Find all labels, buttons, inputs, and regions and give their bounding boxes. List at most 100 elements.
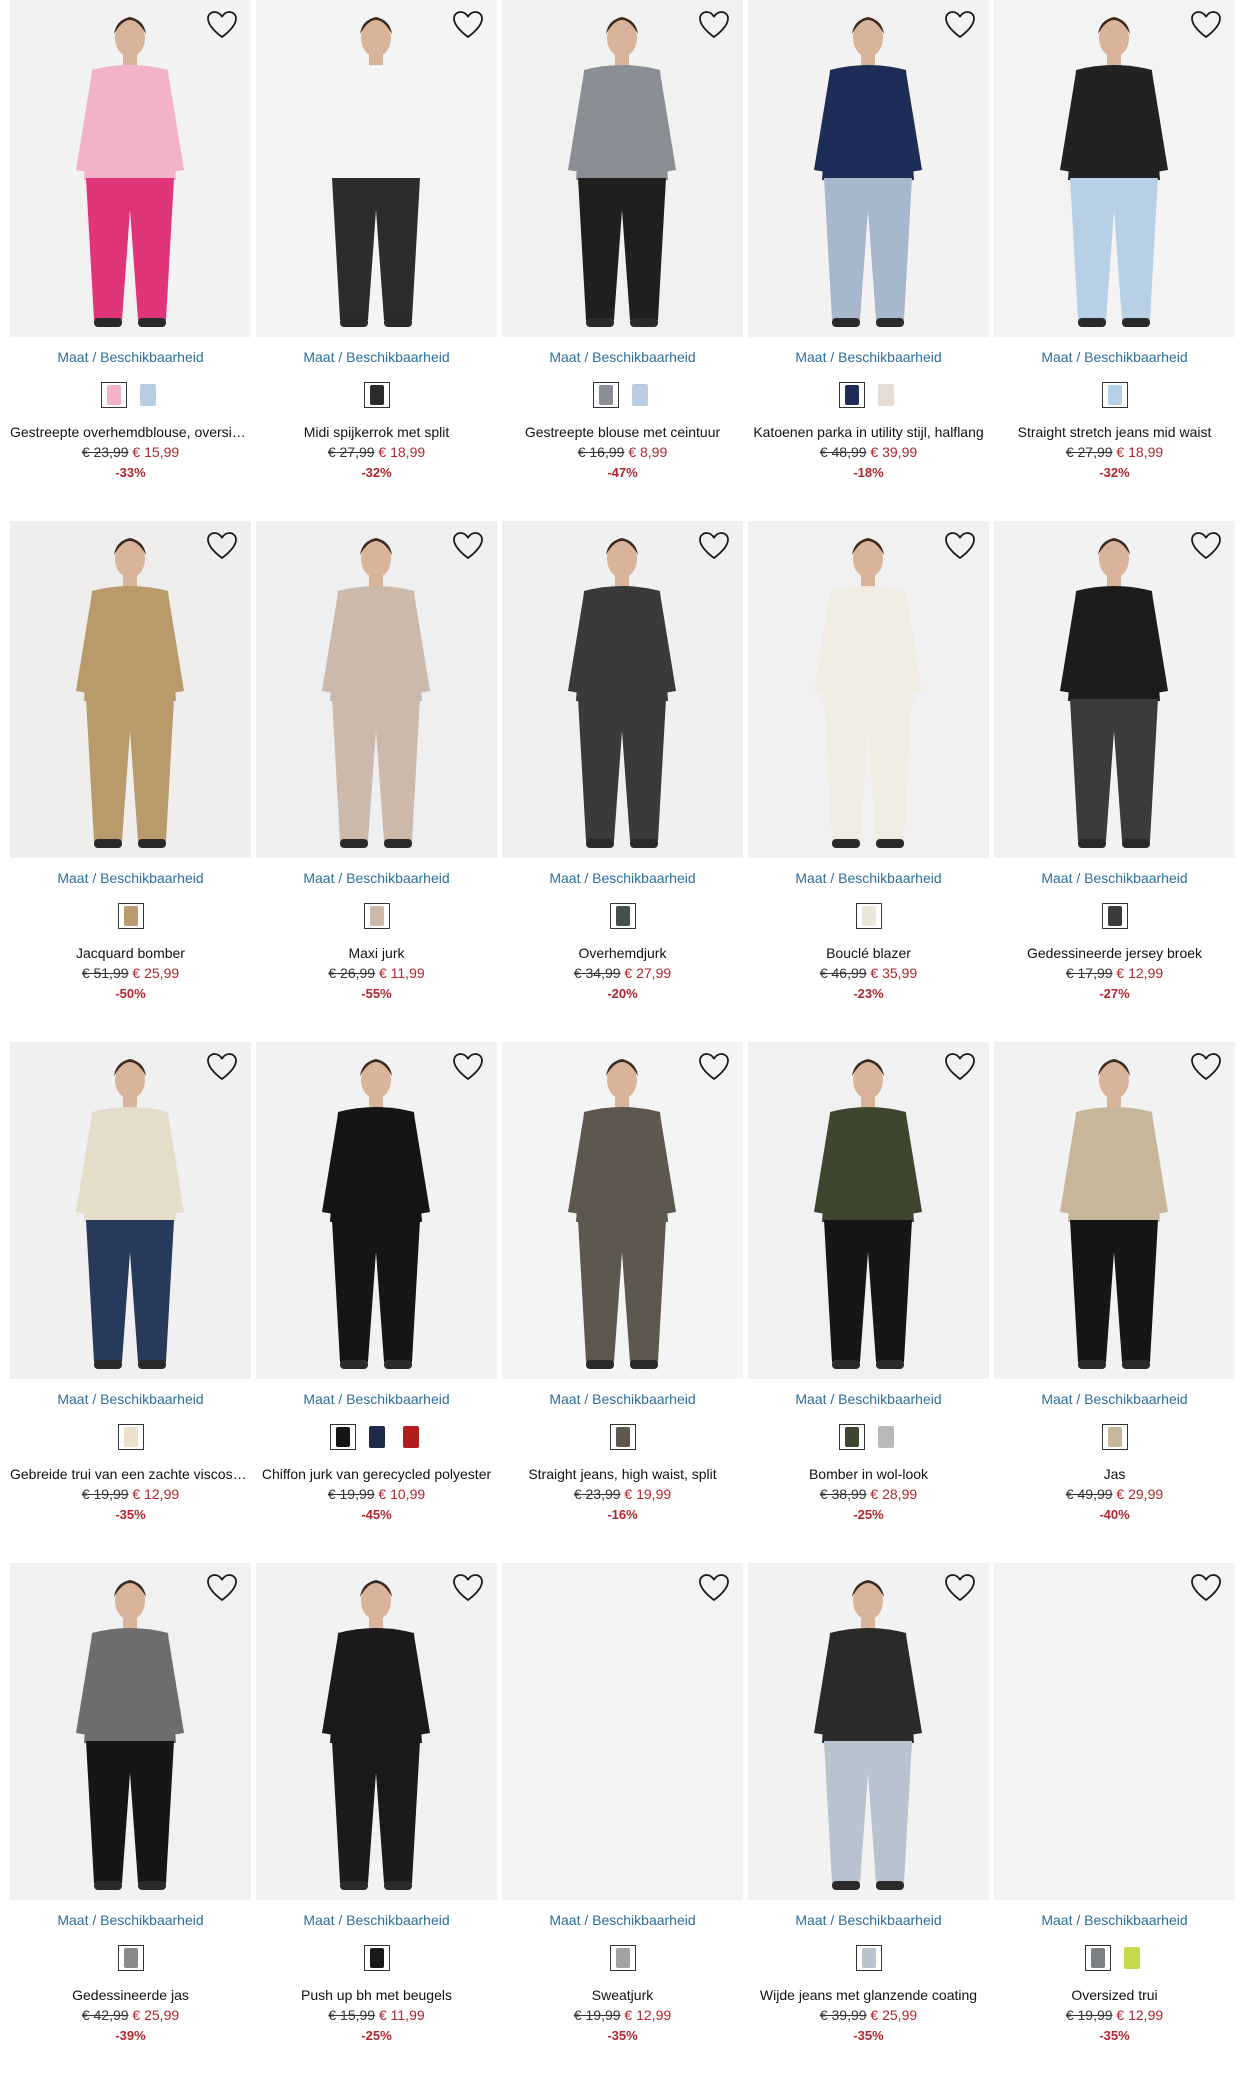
- product-name[interactable]: Oversized trui: [994, 1987, 1235, 2003]
- color-swatch[interactable]: [363, 903, 390, 929]
- wishlist-heart-icon[interactable]: [1189, 529, 1223, 563]
- product-image[interactable]: [502, 0, 743, 337]
- size-availability-link[interactable]: Maat / Beschikbaarheid: [502, 1912, 743, 1928]
- product-name[interactable]: Overhemdjurk: [502, 945, 743, 961]
- color-swatch[interactable]: [1119, 1945, 1145, 1971]
- product-image[interactable]: [748, 1042, 989, 1379]
- wishlist-heart-icon[interactable]: [943, 529, 977, 563]
- product-name[interactable]: Gestreepte blouse met ceintuur: [502, 424, 743, 440]
- product-card[interactable]: Maat / Beschikbaarheid Gebreide trui van …: [10, 1042, 251, 1563]
- size-availability-link[interactable]: Maat / Beschikbaarheid: [502, 1391, 743, 1407]
- size-availability-link[interactable]: Maat / Beschikbaarheid: [502, 349, 743, 365]
- product-name[interactable]: Midi spijkerrok met split: [256, 424, 497, 440]
- product-name[interactable]: Gestreepte overhemdblouse, oversized: [10, 424, 251, 440]
- size-availability-link[interactable]: Maat / Beschikbaarheid: [994, 349, 1235, 365]
- product-name[interactable]: Gebreide trui van een zachte viscose mix: [10, 1466, 251, 1482]
- product-image[interactable]: [748, 521, 989, 858]
- wishlist-heart-icon[interactable]: [205, 1571, 239, 1605]
- product-card[interactable]: Maat / Beschikbaarheid Sweatjurk € 19,99 €…: [502, 1563, 743, 2084]
- product-image[interactable]: [10, 1042, 251, 1379]
- product-card[interactable]: Maat / Beschikbaarheid Gedessineerde jers…: [994, 521, 1235, 1042]
- product-card[interactable]: Maat / Beschikbaarheid Bomber in wol-look…: [748, 1042, 989, 1563]
- wishlist-heart-icon[interactable]: [205, 1050, 239, 1084]
- wishlist-heart-icon[interactable]: [205, 8, 239, 42]
- size-availability-link[interactable]: Maat / Beschikbaarheid: [748, 349, 989, 365]
- product-image[interactable]: [502, 1563, 743, 1900]
- wishlist-heart-icon[interactable]: [697, 1571, 731, 1605]
- product-image[interactable]: [256, 1563, 497, 1900]
- size-availability-link[interactable]: Maat / Beschikbaarheid: [256, 870, 497, 886]
- size-availability-link[interactable]: Maat / Beschikbaarheid: [748, 1912, 989, 1928]
- wishlist-heart-icon[interactable]: [205, 529, 239, 563]
- product-name[interactable]: Jas: [994, 1466, 1235, 1482]
- color-swatch[interactable]: [363, 382, 390, 408]
- product-card[interactable]: Maat / Beschikbaarheid Overhemdjurk € 34,9…: [502, 521, 743, 1042]
- wishlist-heart-icon[interactable]: [943, 8, 977, 42]
- color-swatch[interactable]: [1101, 382, 1128, 408]
- color-swatch[interactable]: [838, 382, 865, 408]
- wishlist-heart-icon[interactable]: [451, 529, 485, 563]
- product-name[interactable]: Bouclé blazer: [748, 945, 989, 961]
- product-name[interactable]: Chiffon jurk van gerecycled polyester: [256, 1466, 497, 1482]
- product-image[interactable]: [994, 1563, 1235, 1900]
- size-availability-link[interactable]: Maat / Beschikbaarheid: [748, 870, 989, 886]
- product-name[interactable]: Bomber in wol-look: [748, 1466, 989, 1482]
- wishlist-heart-icon[interactable]: [451, 1571, 485, 1605]
- product-image[interactable]: [10, 1563, 251, 1900]
- wishlist-heart-icon[interactable]: [1189, 1050, 1223, 1084]
- color-swatch[interactable]: [609, 1945, 636, 1971]
- product-image[interactable]: [748, 1563, 989, 1900]
- product-card[interactable]: Maat / Beschikbaarheid Midi spijkerrok me…: [256, 0, 497, 521]
- product-card[interactable]: Maat / Beschikbaarheid Bouclé blazer € 46,…: [748, 521, 989, 1042]
- color-swatch[interactable]: [627, 382, 653, 408]
- product-card[interactable]: Maat / Beschikbaarheid Gedessineerde jas €…: [10, 1563, 251, 2084]
- product-card[interactable]: Maat / Beschikbaarheid Jas € 49,99 € 29,99…: [994, 1042, 1235, 1563]
- color-swatch[interactable]: [329, 1424, 356, 1450]
- size-availability-link[interactable]: Maat / Beschikbaarheid: [10, 1912, 251, 1928]
- size-availability-link[interactable]: Maat / Beschikbaarheid: [256, 349, 497, 365]
- product-name[interactable]: Straight jeans, high waist, split: [502, 1466, 743, 1482]
- color-swatch[interactable]: [1101, 1424, 1128, 1450]
- wishlist-heart-icon[interactable]: [697, 1050, 731, 1084]
- color-swatch[interactable]: [1084, 1945, 1111, 1971]
- size-availability-link[interactable]: Maat / Beschikbaarheid: [502, 870, 743, 886]
- wishlist-heart-icon[interactable]: [451, 1050, 485, 1084]
- product-name[interactable]: Push up bh met beugels: [256, 1987, 497, 2003]
- product-card[interactable]: Maat / Beschikbaarheid Push up bh met beu…: [256, 1563, 497, 2084]
- product-image[interactable]: [502, 1042, 743, 1379]
- color-swatch[interactable]: [117, 1945, 144, 1971]
- product-card[interactable]: Maat / Beschikbaarheid Jacquard bomber € 5…: [10, 521, 251, 1042]
- size-availability-link[interactable]: Maat / Beschikbaarheid: [994, 1391, 1235, 1407]
- wishlist-heart-icon[interactable]: [697, 8, 731, 42]
- product-image[interactable]: [10, 0, 251, 337]
- product-card[interactable]: Maat / Beschikbaarheid Wijde jeans met gl…: [748, 1563, 989, 2084]
- product-card[interactable]: Maat / Beschikbaarheid Gestreepte blouse …: [502, 0, 743, 521]
- color-swatch[interactable]: [363, 1945, 390, 1971]
- product-name[interactable]: Jacquard bomber: [10, 945, 251, 961]
- size-availability-link[interactable]: Maat / Beschikbaarheid: [256, 1391, 497, 1407]
- color-swatch[interactable]: [855, 1945, 882, 1971]
- wishlist-heart-icon[interactable]: [943, 1571, 977, 1605]
- wishlist-heart-icon[interactable]: [451, 8, 485, 42]
- product-card[interactable]: Maat / Beschikbaarheid Straight jeans, hi…: [502, 1042, 743, 1563]
- color-swatch[interactable]: [100, 382, 127, 408]
- color-swatch[interactable]: [873, 1424, 899, 1450]
- wishlist-heart-icon[interactable]: [697, 529, 731, 563]
- product-card[interactable]: Maat / Beschikbaarheid Straight stretch j…: [994, 0, 1235, 521]
- product-card[interactable]: Maat / Beschikbaarheid Katoenen parka in …: [748, 0, 989, 521]
- color-swatch[interactable]: [398, 1424, 424, 1450]
- product-image[interactable]: [256, 1042, 497, 1379]
- product-image[interactable]: [256, 0, 497, 337]
- color-swatch[interactable]: [873, 382, 899, 408]
- product-name[interactable]: Gedessineerde jas: [10, 1987, 251, 2003]
- color-swatch[interactable]: [117, 1424, 144, 1450]
- color-swatch[interactable]: [855, 903, 882, 929]
- product-name[interactable]: Katoenen parka in utility stijl, halflan…: [748, 424, 989, 440]
- product-image[interactable]: [748, 0, 989, 337]
- product-image[interactable]: [10, 521, 251, 858]
- product-card[interactable]: Maat / Beschikbaarheid Chiffon jurk van g…: [256, 1042, 497, 1563]
- size-availability-link[interactable]: Maat / Beschikbaarheid: [10, 349, 251, 365]
- product-image[interactable]: [994, 0, 1235, 337]
- color-swatch[interactable]: [838, 1424, 865, 1450]
- product-name[interactable]: Maxi jurk: [256, 945, 497, 961]
